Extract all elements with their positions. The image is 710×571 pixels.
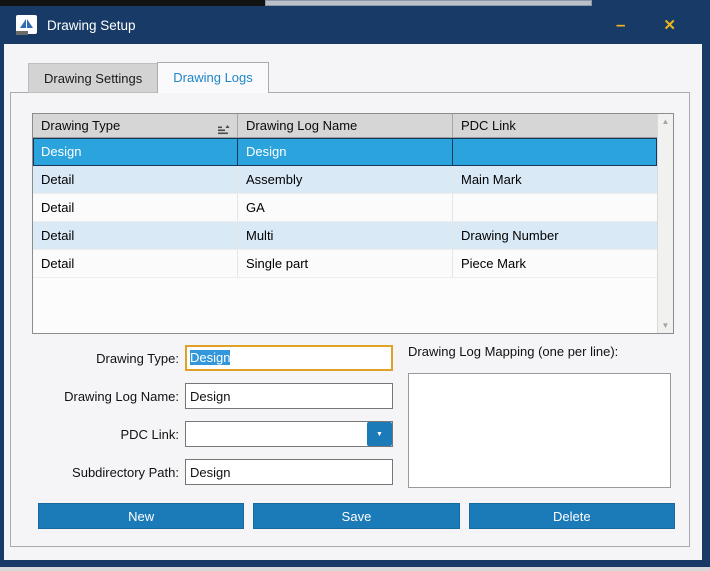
drawing-log-name-input[interactable] xyxy=(185,383,393,409)
column-header-drawing-log-name[interactable]: Drawing Log Name xyxy=(238,114,453,137)
table-cell-pdc-link[interactable]: Main Mark xyxy=(453,166,657,194)
table-rows: DesignDesignDetailAssemblyMain MarkDetai… xyxy=(33,138,657,278)
scroll-down-icon[interactable]: ▼ xyxy=(658,321,673,330)
table-cell-drawing-log-name[interactable]: Design xyxy=(238,138,453,166)
tab-drawing-logs[interactable]: Drawing Logs xyxy=(157,62,269,93)
drawing-log-mapping-label: Drawing Log Mapping (one per line): xyxy=(408,344,618,359)
table-body: Drawing Type Drawing Log Name xyxy=(33,114,657,333)
drawing-setup-window: Drawing Setup – ✕ Drawing Settings Drawi… xyxy=(0,6,710,567)
pdc-link-row: PDC Link: ▼ xyxy=(19,421,399,447)
drawing-type-selected-text: Design xyxy=(190,350,230,365)
tab-strip: Drawing Settings Drawing Logs xyxy=(28,62,269,93)
tab-drawing-settings[interactable]: Drawing Settings xyxy=(28,63,157,93)
new-button[interactable]: New xyxy=(38,503,244,529)
table-cell-pdc-link[interactable]: Piece Mark xyxy=(453,250,657,278)
table-cell-drawing-type[interactable]: Detail xyxy=(33,222,238,250)
minimize-button[interactable]: – xyxy=(616,18,625,32)
subdirectory-path-label: Subdirectory Path: xyxy=(19,465,185,480)
pdc-link-label: PDC Link: xyxy=(19,427,185,442)
pdc-link-dropdown-button[interactable]: ▼ xyxy=(367,422,392,446)
table-cell-drawing-type[interactable]: Design xyxy=(33,138,238,166)
table-row[interactable]: DesignDesign xyxy=(33,138,657,166)
drawing-logs-table: Drawing Type Drawing Log Name xyxy=(32,113,674,334)
table-row[interactable]: DetailAssemblyMain Mark xyxy=(33,166,657,194)
table-cell-pdc-link[interactable] xyxy=(453,138,657,166)
drawing-log-mapping-textarea[interactable] xyxy=(408,373,671,488)
table-cell-drawing-type[interactable]: Detail xyxy=(33,166,238,194)
table-cell-drawing-log-name[interactable]: Multi xyxy=(238,222,453,250)
drawing-type-label: Drawing Type: xyxy=(19,351,185,366)
dialog-client-area: Drawing Settings Drawing Logs Drawing Ty… xyxy=(4,44,702,560)
table-cell-drawing-log-name[interactable]: Single part xyxy=(238,250,453,278)
button-row: New Save Delete xyxy=(38,503,675,529)
drawing-log-name-label: Drawing Log Name: xyxy=(19,389,185,404)
table-cell-drawing-log-name[interactable]: GA xyxy=(238,194,453,222)
table-cell-drawing-type[interactable]: Detail xyxy=(33,194,238,222)
column-header-pdc-link[interactable]: PDC Link xyxy=(453,114,657,137)
close-button[interactable]: ✕ xyxy=(663,16,676,34)
delete-button[interactable]: Delete xyxy=(469,503,675,529)
table-header: Drawing Type Drawing Log Name xyxy=(33,114,657,138)
drawing-type-row: Drawing Type: Design xyxy=(19,345,399,371)
table-cell-pdc-link[interactable] xyxy=(453,194,657,222)
app-logo-icon xyxy=(16,15,37,36)
drawing-type-input[interactable]: Design xyxy=(185,345,393,371)
pdc-link-input[interactable] xyxy=(185,421,393,447)
column-header-drawing-type[interactable]: Drawing Type xyxy=(33,114,238,137)
table-row[interactable]: DetailMultiDrawing Number xyxy=(33,222,657,250)
table-cell-pdc-link[interactable]: Drawing Number xyxy=(453,222,657,250)
column-header-label: Drawing Type xyxy=(41,118,120,133)
table-row[interactable]: DetailGA xyxy=(33,194,657,222)
table-cell-drawing-type[interactable]: Detail xyxy=(33,250,238,278)
pdc-link-combobox[interactable]: ▼ xyxy=(185,421,393,447)
table-cell-drawing-log-name[interactable]: Assembly xyxy=(238,166,453,194)
table-row[interactable]: DetailSingle partPiece Mark xyxy=(33,250,657,278)
subdirectory-path-row: Subdirectory Path: xyxy=(19,459,399,485)
window-title: Drawing Setup xyxy=(47,18,616,33)
title-bar[interactable]: Drawing Setup – ✕ xyxy=(4,6,702,44)
scroll-up-icon[interactable]: ▲ xyxy=(658,117,673,126)
drawing-log-name-row: Drawing Log Name: xyxy=(19,383,399,409)
table-scrollbar[interactable]: ▲ ▼ xyxy=(657,114,673,333)
save-button[interactable]: Save xyxy=(253,503,459,529)
drawing-logs-panel: Drawing Type Drawing Log Name xyxy=(10,92,690,547)
chevron-down-icon: ▼ xyxy=(376,431,383,438)
subdirectory-path-input[interactable] xyxy=(185,459,393,485)
